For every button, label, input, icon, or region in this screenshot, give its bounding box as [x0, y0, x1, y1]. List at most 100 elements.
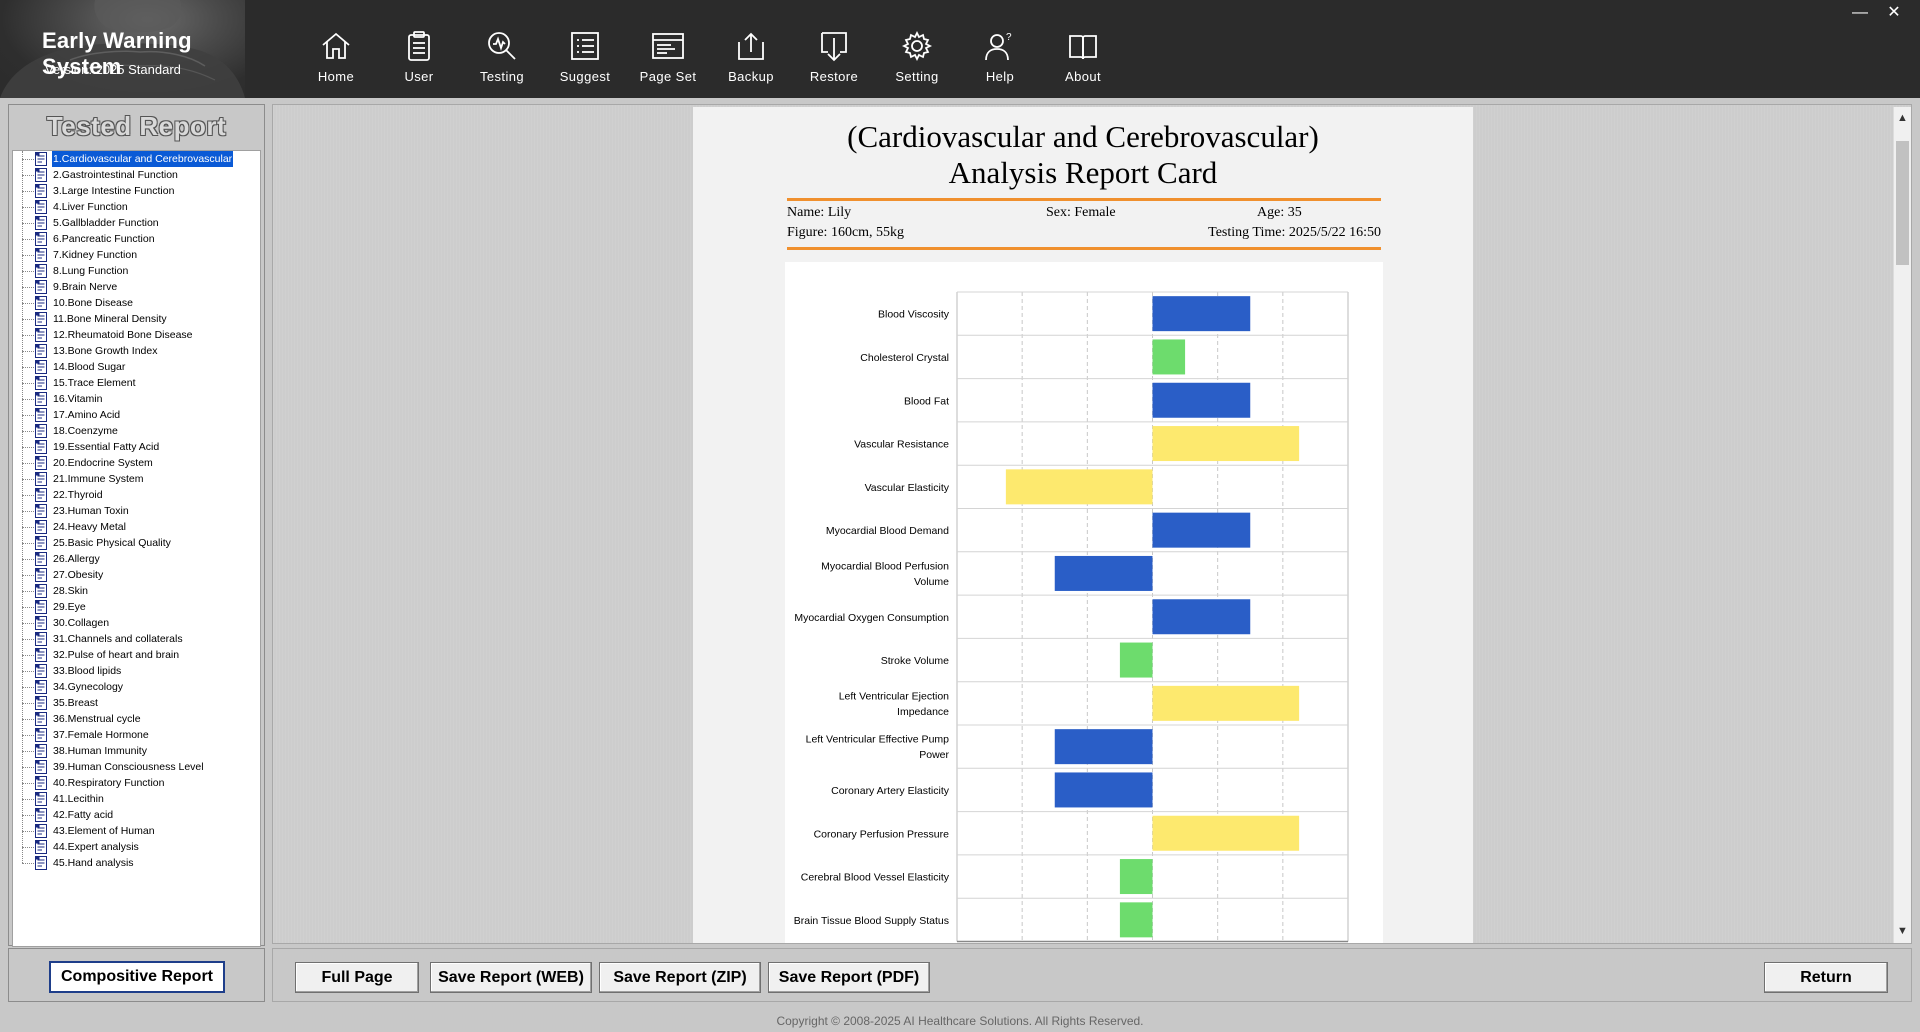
tree-connector — [22, 527, 36, 528]
vertical-scrollbar[interactable]: ▲ ▼ — [1893, 107, 1911, 943]
document-icon — [35, 360, 47, 374]
tree-item[interactable]: 6.Pancreatic Function — [13, 223, 260, 247]
tree-item[interactable]: 31.Channels and collaterals — [13, 623, 260, 647]
suggest-button[interactable]: Suggest — [545, 24, 625, 94]
help-button[interactable]: ? Help — [960, 24, 1040, 94]
tree-item[interactable]: 40.Respiratory Function — [13, 767, 260, 791]
tree-item[interactable]: 24.Heavy Metal — [13, 511, 260, 535]
save-web-button[interactable]: Save Report (WEB) — [430, 962, 592, 993]
tree-item[interactable]: 10.Bone Disease — [13, 287, 260, 311]
tree-item-label: 33.Blood lipids — [53, 665, 122, 677]
tree-item[interactable]: 34.Gynecology — [13, 671, 260, 695]
tree-item-label: 34.Gynecology — [53, 681, 124, 693]
testing-time: Testing Time: 2025/5/22 16:50 — [1208, 225, 1381, 240]
app-version: Version: 2025 Standard — [45, 62, 181, 77]
tree-item[interactable]: 25.Basic Physical Quality — [13, 527, 260, 551]
tree-item[interactable]: 14.Blood Sugar — [13, 351, 260, 375]
minimize-button[interactable]: — — [1846, 2, 1874, 24]
tree-item-label: 14.Blood Sugar — [53, 361, 126, 373]
tree-item[interactable]: 11.Bone Mineral Density — [13, 303, 260, 327]
tree-item[interactable]: 12.Rheumatoid Bone Disease — [13, 319, 260, 343]
tree-item[interactable]: 17.Amino Acid — [13, 399, 260, 423]
full-page-button[interactable]: Full Page — [295, 962, 419, 993]
tree-item[interactable]: 41.Lecithin — [13, 783, 260, 807]
tree-item[interactable]: 43.Element of Human — [13, 815, 260, 839]
tree-item-label: 22.Thyroid — [53, 489, 103, 501]
tree-item[interactable]: 16.Vitamin — [13, 383, 260, 407]
tree-item[interactable]: 22.Thyroid — [13, 479, 260, 503]
tree-item[interactable]: 19.Essential Fatty Acid — [13, 431, 260, 455]
tree-item[interactable]: 20.Endocrine System — [13, 447, 260, 471]
tree-connector — [22, 303, 23, 319]
document-icon — [35, 552, 47, 566]
tree-item[interactable]: 21.Immune System — [13, 463, 260, 487]
home-button[interactable]: Home — [296, 24, 376, 94]
user-button[interactable]: User — [379, 24, 459, 94]
category-label: Myocardial Blood Perfusion Volume — [821, 560, 949, 588]
testing-button[interactable]: Testing — [462, 24, 542, 94]
page-set-button[interactable]: Page Set — [628, 24, 708, 94]
tree-connector — [22, 591, 23, 607]
tree-item[interactable]: 29.Eye — [13, 591, 260, 615]
tree-item[interactable]: 45.Hand analysis — [13, 847, 260, 871]
tree-item[interactable]: 8.Lung Function — [13, 255, 260, 279]
tree-item-label: 7.Kidney Function — [53, 249, 138, 261]
document-icon — [35, 616, 47, 630]
about-button[interactable]: About — [1043, 24, 1123, 94]
tree-connector — [22, 207, 23, 223]
backup-button[interactable]: Backup — [711, 24, 791, 94]
restore-button[interactable]: Restore — [794, 24, 874, 94]
tree-item[interactable]: 27.Obesity — [13, 559, 260, 583]
close-button[interactable]: ✕ — [1880, 2, 1908, 24]
tree-item-label: 27.Obesity — [53, 569, 104, 581]
chart-bar — [1152, 599, 1251, 635]
scroll-down-icon[interactable]: ▼ — [1894, 922, 1911, 940]
tree-item[interactable]: 15.Trace Element — [13, 367, 260, 391]
tree-connector — [22, 255, 23, 271]
document-icon — [35, 712, 47, 726]
tree-item[interactable]: 18.Coenzyme — [13, 415, 260, 439]
save-zip-button[interactable]: Save Report (ZIP) — [599, 962, 761, 993]
tree-item[interactable]: 26.Allergy — [13, 543, 260, 567]
tree-item[interactable]: 42.Fatty acid — [13, 799, 260, 823]
tree-item[interactable]: 5.Gallbladder Function — [13, 207, 260, 231]
tree-item[interactable]: 28.Skin — [13, 575, 260, 599]
tree-item[interactable]: 32.Pulse of heart and brain — [13, 639, 260, 663]
tree-item-label: 38.Human Immunity — [53, 745, 147, 757]
setting-button[interactable]: Setting — [877, 24, 957, 94]
tree-connector — [22, 511, 23, 527]
magnifier-icon — [488, 32, 516, 60]
tree-connector — [22, 351, 23, 367]
tree-item[interactable]: 35.Breast — [13, 687, 260, 711]
compositive-report-button[interactable]: Compositive Report — [49, 961, 225, 993]
scroll-up-icon[interactable]: ▲ — [1894, 109, 1911, 127]
tree-item[interactable]: 3.Large Intestine Function — [13, 175, 260, 199]
tree-item[interactable]: 9.Brain Nerve — [13, 271, 260, 295]
tree-item[interactable]: 23.Human Toxin — [13, 495, 260, 519]
home-icon — [322, 32, 350, 59]
tree-item[interactable]: 33.Blood lipids — [13, 655, 260, 679]
document-icon — [35, 744, 47, 758]
tree-item[interactable]: 36.Menstrual cycle — [13, 703, 260, 727]
tree-item[interactable]: 38.Human Immunity — [13, 735, 260, 759]
tree-item[interactable]: 30.Collagen — [13, 607, 260, 631]
tree-item[interactable]: 7.Kidney Function — [13, 239, 260, 263]
category-label: Vascular Resistance — [854, 439, 949, 451]
return-button[interactable]: Return — [1764, 962, 1888, 993]
tree-item[interactable]: 39.Human Consciousness Level — [13, 751, 260, 775]
tree-item[interactable]: 2.Gastrointestinal Function — [13, 159, 260, 183]
report-tree[interactable]: 1.Cardiovascular and Cerebrovascular 2.Ga… — [12, 150, 261, 947]
save-pdf-button[interactable]: Save Report (PDF) — [768, 962, 930, 993]
tree-item-label: 6.Pancreatic Function — [53, 233, 155, 245]
tree-connector — [22, 415, 36, 416]
tree-item[interactable]: 44.Expert analysis — [13, 831, 260, 855]
tree-item[interactable]: 1.Cardiovascular and Cerebrovascular — [13, 151, 260, 168]
tree-item[interactable]: 13.Bone Growth Index — [13, 335, 260, 359]
tree-item[interactable]: 37.Female Hormone — [13, 719, 260, 743]
scrollbar-thumb[interactable] — [1896, 141, 1909, 265]
tree-connector — [22, 815, 23, 831]
tree-item[interactable]: 4.Liver Function — [13, 191, 260, 215]
document-icon — [35, 168, 47, 182]
tree-item-label: 5.Gallbladder Function — [53, 217, 159, 229]
tree-item-label: 10.Bone Disease — [53, 297, 133, 309]
